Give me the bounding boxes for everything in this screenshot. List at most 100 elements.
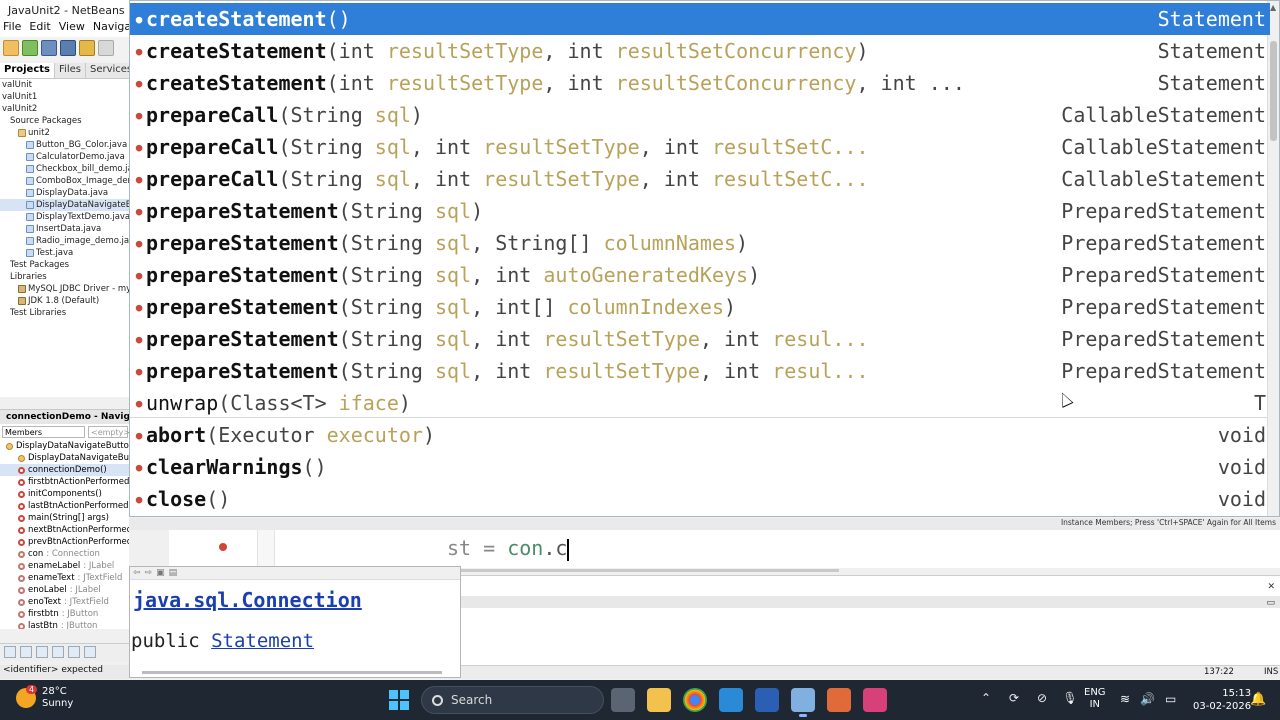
menu-item-view[interactable]: View [59, 20, 85, 37]
navigator-member[interactable]: enameText: JTextField [0, 572, 130, 584]
tree-node[interactable]: JDK 1.8 (Default) [0, 295, 130, 307]
tree-node[interactable]: Test Libraries [0, 307, 130, 319]
tree-node[interactable]: DisplayDataNavigateButto [0, 199, 130, 211]
word-icon[interactable] [755, 688, 779, 712]
filter-empty[interactable]: <empty> [88, 426, 130, 438]
redo-icon[interactable] [98, 40, 114, 56]
error-marker-icon[interactable] [219, 543, 227, 551]
completion-item[interactable]: ● createStatement() Statement [130, 3, 1270, 35]
tree-node[interactable]: Button_BG_Color.java [0, 139, 130, 151]
tree-node[interactable]: Checkbox_bill_demo.java [0, 163, 130, 175]
tab-files[interactable]: Files [55, 63, 86, 78]
members-select[interactable]: Members [2, 426, 85, 438]
completion-item[interactable]: ● unwrap (Class<T> iface) T [130, 387, 1270, 419]
tree-node[interactable]: ComboBox_Image_demo [0, 175, 130, 187]
chevron-up-icon[interactable]: ⌃ [978, 690, 994, 706]
navigator-member[interactable]: lastBtn: JButton [0, 620, 130, 629]
start-button[interactable] [389, 690, 409, 710]
tree-node[interactable]: unit2 [0, 127, 130, 139]
navigator-member[interactable]: nextBtnActionPerformed( [0, 524, 130, 536]
javadoc-hscrollbar[interactable] [142, 671, 442, 674]
tree-node[interactable]: valUnit2 [0, 103, 130, 115]
completion-item[interactable]: ● prepareCall (String sql, int resultSetTy… [130, 163, 1270, 195]
tree-node[interactable]: DisplayTextDemo.java [0, 211, 130, 223]
navigator-member[interactable]: initComponents() [0, 488, 130, 500]
tree-node[interactable]: DisplayData.java [0, 187, 130, 199]
open-project-icon[interactable] [41, 40, 57, 56]
navigator-member[interactable]: enameLabel: JLabel [0, 560, 130, 572]
navigator-member[interactable]: connectionDemo() [0, 464, 130, 476]
scroll-thumb[interactable] [1270, 41, 1277, 141]
chrome-icon[interactable] [683, 688, 707, 712]
task-view-icon[interactable] [611, 688, 635, 712]
open-source-icon[interactable]: ▣ [156, 568, 165, 578]
navigator-member[interactable]: prevBtnActionPerformed(ActionEv [0, 536, 130, 548]
completion-item[interactable]: ● abort (Executor executor) void [130, 419, 1270, 451]
clock[interactable]: 15:13 03-02-2026 [1193, 687, 1251, 713]
completion-item[interactable]: ● createStatement (int resultSetType, int … [130, 35, 1270, 67]
tree-node[interactable]: InsertData.java [0, 223, 130, 235]
filter-fields-icon[interactable] [4, 646, 16, 658]
file-explorer-icon[interactable] [647, 688, 671, 712]
new-project-icon[interactable] [3, 40, 19, 56]
language-indicator[interactable]: ENG IN [1084, 687, 1106, 711]
completion-item[interactable]: ● close() void [130, 483, 1270, 515]
completion-item[interactable]: ● prepareStatement (String sql, int[] colu… [130, 291, 1270, 323]
tree-node[interactable]: Radio_image_demo.java [0, 235, 130, 247]
new-file-icon[interactable] [22, 40, 38, 56]
completion-item[interactable]: ● clearWarnings() void [130, 451, 1270, 483]
netbeans-taskbar-icon[interactable] [791, 688, 815, 717]
tab-services[interactable]: Services [86, 63, 130, 78]
completion-item[interactable]: ● prepareCall (String sql, int resultSetTy… [130, 131, 1270, 163]
navigator-member[interactable]: DisplayDataNavigateButtons [0, 440, 130, 452]
close-icon[interactable]: ✕ [1267, 582, 1275, 592]
scroll-up-icon[interactable]: ▲ [1270, 3, 1276, 12]
notification-bell-icon[interactable]: 🔔 [1250, 692, 1266, 707]
back-arrow-icon[interactable]: ⇦ [133, 568, 141, 578]
tree-node[interactable]: MySQL JDBC Driver - mysql- [0, 283, 130, 295]
completion-item[interactable]: ● prepareStatement (String sql, int autoGe… [130, 259, 1270, 291]
quick-settings[interactable]: ≋ 🔊 ▭ [1120, 692, 1176, 706]
undo-icon[interactable] [79, 40, 95, 56]
microphone-icon[interactable]: 🎙 [1062, 690, 1078, 706]
taskbar-search[interactable]: Search [421, 686, 604, 714]
tab-projects[interactable]: Projects [0, 63, 56, 78]
return-type-link[interactable]: Statement [211, 630, 314, 652]
navigator-member[interactable]: con: Connection [0, 548, 130, 560]
menu-item-navigate[interactable]: Navigate [93, 20, 130, 37]
tree-node[interactable]: valUnit [0, 79, 130, 91]
completion-item[interactable]: ● prepareCall (String sql) CallableStatemen… [130, 99, 1270, 131]
menu-item-edit[interactable]: Edit [29, 20, 50, 37]
navigator-member[interactable]: enoLabel: JLabel [0, 584, 130, 596]
snipping-tool-icon[interactable] [863, 688, 887, 712]
open-browser-icon[interactable]: ▤ [169, 568, 178, 578]
menu-item-file[interactable]: File [3, 20, 21, 37]
weather-widget[interactable]: 4 28°C Sunny [16, 685, 73, 710]
sort-name-icon[interactable] [68, 646, 80, 658]
save-all-icon[interactable] [60, 40, 76, 56]
tree-node[interactable]: Source Packages [0, 115, 130, 127]
vscode-icon[interactable] [719, 688, 743, 712]
filter-nonpublic-icon[interactable] [36, 646, 48, 658]
javadoc-class-link[interactable]: java.sql.Connection [133, 588, 460, 612]
bluetooth-off-icon[interactable]: ⊘ [1034, 690, 1050, 706]
navigator-member[interactable]: enoText: JTextField [0, 596, 130, 608]
tree-node[interactable]: valUnit1 [0, 91, 130, 103]
sort-source-icon[interactable] [84, 646, 96, 658]
code-line[interactable]: st = con.c [447, 536, 570, 561]
navigator-member[interactable]: lastBtnActionPerformed(A [0, 500, 130, 512]
tree-node[interactable]: Libraries [0, 271, 130, 283]
sync-icon[interactable]: ⟳ [1006, 690, 1022, 706]
tree-node[interactable]: CalculatorDemo.java [0, 151, 130, 163]
tree-node[interactable]: Test.java [0, 247, 130, 259]
completion-item[interactable]: ● prepareStatement (String sql, int result… [130, 323, 1270, 355]
completion-item[interactable]: ● prepareStatement (String sql) PreparedSta… [130, 195, 1270, 227]
minimize-icon[interactable]: ▭ [1266, 598, 1275, 608]
navigator-member[interactable]: firstbtn: JButton [0, 608, 130, 620]
navigator-member[interactable]: main(String[] args) [0, 512, 130, 524]
xampp-icon[interactable] [827, 688, 851, 712]
forward-arrow-icon[interactable]: ⇨ [145, 568, 153, 578]
tree-node[interactable]: Test Packages [0, 259, 130, 271]
completion-item[interactable]: ● prepareStatement (String sql, String[] c… [130, 227, 1270, 259]
filter-static-icon[interactable] [20, 646, 32, 658]
